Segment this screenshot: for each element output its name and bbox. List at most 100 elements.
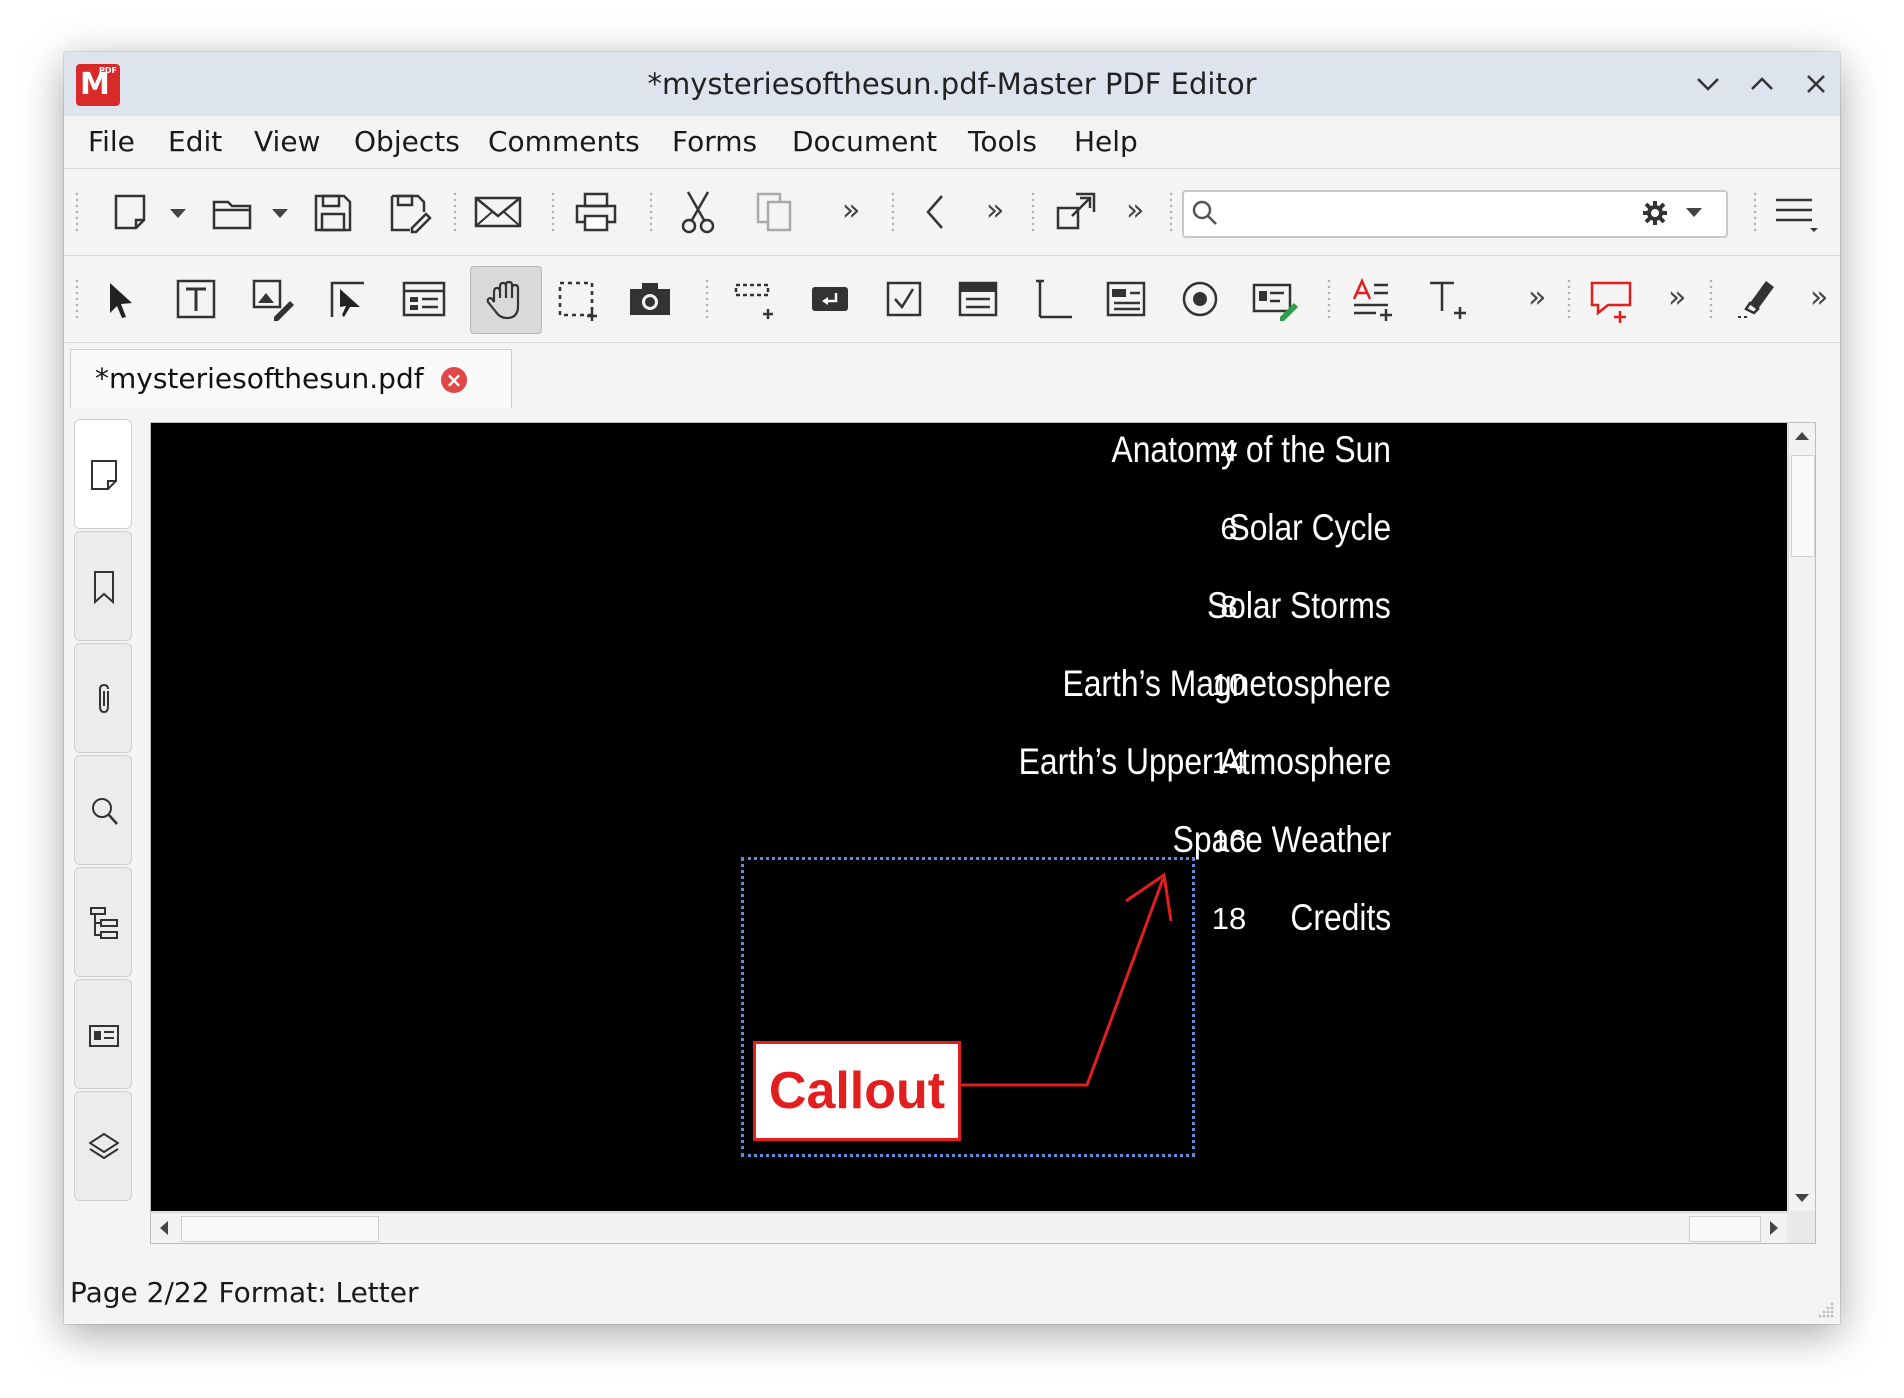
close-button[interactable] <box>1798 66 1834 102</box>
combo-field-button[interactable] <box>1100 273 1152 325</box>
scroll-right-icon[interactable] <box>1761 1213 1787 1243</box>
menu-help[interactable]: Help <box>1074 116 1138 168</box>
sidebar-attachments-button[interactable] <box>74 643 132 753</box>
signature-field-button[interactable] <box>1248 273 1300 325</box>
sidebar-pages-button[interactable] <box>74 419 132 529</box>
toc-entry-title[interactable]: Credits <box>1290 897 1391 939</box>
toolbar-grip[interactable] <box>1030 191 1036 235</box>
eraser-button[interactable] <box>1728 273 1780 325</box>
new-document-button[interactable] <box>104 186 156 238</box>
toolbar-grip[interactable] <box>1708 278 1714 322</box>
text-markup-button[interactable] <box>1346 273 1398 325</box>
toolbar-grip[interactable] <box>74 278 80 322</box>
search-options-dropdown[interactable] <box>1686 208 1702 217</box>
minimize-button[interactable] <box>1690 66 1726 102</box>
save-button[interactable] <box>306 186 358 238</box>
edit-object-button[interactable] <box>246 273 298 325</box>
menu-file[interactable]: File <box>88 116 135 168</box>
comment-tool-button[interactable] <box>1586 273 1638 325</box>
sidebar-layers-button[interactable] <box>74 1091 132 1201</box>
vertical-scrollbar[interactable] <box>1788 423 1815 1211</box>
typewriter-button[interactable] <box>1422 273 1474 325</box>
save-as-button[interactable] <box>382 186 434 238</box>
search-input[interactable] <box>1228 196 1632 230</box>
menu-forms[interactable]: Forms <box>672 116 757 168</box>
print-button[interactable] <box>570 186 622 238</box>
horizontal-scroll-thumb[interactable] <box>181 1216 379 1242</box>
hand-tool-button[interactable] <box>470 266 542 334</box>
more-comment-button[interactable]: » <box>1668 278 1686 318</box>
select-arrow-icon <box>110 283 132 318</box>
button-field-button[interactable] <box>804 273 856 325</box>
toolbar-grip[interactable] <box>452 191 458 235</box>
scroll-up-icon[interactable] <box>1789 423 1815 449</box>
scroll-left-icon[interactable] <box>151 1213 177 1243</box>
search-box[interactable] <box>1182 190 1728 238</box>
toolbar-grip[interactable] <box>550 191 556 235</box>
toc-entry-page: 6 <box>1220 511 1238 546</box>
sidebar-structure-button[interactable] <box>74 867 132 977</box>
menu-comments[interactable]: Comments <box>488 116 640 168</box>
pdf-page[interactable]: Anatomy of the Sun 4 Solar Cycle 6 Solar… <box>151 423 1787 1211</box>
select-object-button[interactable] <box>322 273 374 325</box>
back-button[interactable] <box>910 186 962 238</box>
menu-objects[interactable]: Objects <box>354 116 460 168</box>
horizontal-scrollbar[interactable] <box>151 1212 1787 1243</box>
cut-button[interactable] <box>672 186 724 238</box>
scroll-down-icon[interactable] <box>1789 1185 1815 1211</box>
vertical-scroll-thumb[interactable] <box>1791 455 1815 557</box>
document-viewport[interactable]: Anatomy of the Sun 4 Solar Cycle 6 Solar… <box>150 422 1816 1244</box>
toolbar-grip[interactable] <box>704 278 710 322</box>
toolbar-grip[interactable] <box>1168 191 1174 235</box>
new-document-dropdown[interactable] <box>170 209 186 218</box>
open-button[interactable] <box>206 186 258 238</box>
toolbar-grip[interactable] <box>1566 278 1572 322</box>
email-button[interactable] <box>472 186 524 238</box>
select-tool-button[interactable] <box>94 273 146 325</box>
horizontal-scroll-thumb-right[interactable] <box>1689 1216 1761 1242</box>
checkbox-field-button[interactable] <box>878 273 930 325</box>
menu-tools[interactable]: Tools <box>968 116 1037 168</box>
menu-view[interactable]: View <box>254 116 320 168</box>
document-tab[interactable]: *mysteriesofthesun.pdf × <box>70 349 512 408</box>
menu-document[interactable]: Document <box>792 116 937 168</box>
callout-annotation[interactable]: Callout <box>753 1041 961 1141</box>
menu-edit[interactable]: Edit <box>168 116 222 168</box>
tree-structure-icon <box>90 907 118 939</box>
open-dropdown[interactable] <box>272 209 288 218</box>
forms-button[interactable] <box>398 273 450 325</box>
callout-text[interactable]: Callout <box>756 1044 958 1138</box>
link-tool-button[interactable] <box>728 273 780 325</box>
resize-grip-icon[interactable] <box>1816 1300 1836 1320</box>
sidebar-bookmarks-button[interactable] <box>74 531 132 641</box>
toolbar-grip[interactable] <box>1326 278 1332 322</box>
eraser-icon <box>1738 281 1774 318</box>
snapshot-button[interactable] <box>624 273 676 325</box>
more-annotation-button[interactable]: » <box>1528 278 1546 318</box>
toolbar-grip[interactable] <box>1752 191 1758 235</box>
sidebar-signatures-button[interactable] <box>74 979 132 1089</box>
copy-button[interactable] <box>748 186 800 238</box>
toolbar-grip[interactable] <box>890 191 896 235</box>
toolbar-grip[interactable] <box>74 191 80 235</box>
more-view-button[interactable]: » <box>1126 191 1144 231</box>
edit-text-button[interactable] <box>170 273 222 325</box>
radio-field-button[interactable] <box>1174 273 1226 325</box>
fit-page-button[interactable] <box>1050 186 1102 238</box>
comment-icon <box>1590 281 1632 323</box>
maximize-button[interactable] <box>1744 66 1780 102</box>
title-bar[interactable]: PDF M *mysteriesofthesun.pdf-Master PDF … <box>64 52 1840 116</box>
settings-gear-icon[interactable] <box>1640 198 1670 228</box>
more-edit-button[interactable]: » <box>1810 278 1828 318</box>
main-menu-button[interactable] <box>1770 186 1822 238</box>
more-nav-button[interactable]: » <box>986 191 1004 231</box>
tab-close-icon[interactable]: × <box>441 367 467 393</box>
more-tools-button[interactable]: » <box>842 191 860 231</box>
copy-icon <box>756 192 792 232</box>
signature-card-icon <box>89 1025 119 1047</box>
listbox-field-button[interactable] <box>952 273 1004 325</box>
toolbar-grip[interactable] <box>648 191 654 235</box>
crop-button[interactable] <box>550 273 602 325</box>
text-field-button[interactable] <box>1026 273 1078 325</box>
sidebar-search-button[interactable] <box>74 755 132 865</box>
